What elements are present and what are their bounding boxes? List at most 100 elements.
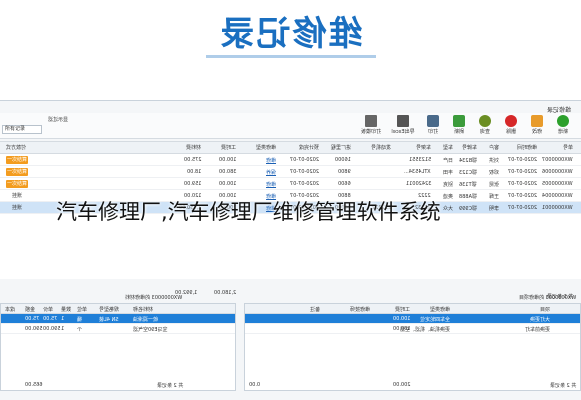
- item-col-name[interactable]: 项目: [540, 306, 550, 313]
- table-cell[interactable]: 维修: [266, 157, 276, 164]
- material-cell: SN 4L装: [99, 317, 119, 323]
- materials-total: 665.00: [25, 382, 43, 388]
- table-cell: 奥迪: [442, 194, 453, 200]
- print-template-button[interactable]: 打印模板: [357, 115, 385, 137]
- mat-col-qty[interactable]: 数量: [61, 306, 71, 313]
- table-cell[interactable]: 保养: [266, 169, 276, 176]
- items-footer: 共 2 条记录 200.00 0.00: [245, 380, 580, 390]
- table-cell: 2020-07-07: [507, 205, 537, 211]
- mat-col-unit[interactable]: 单位: [77, 306, 87, 313]
- col-mileage[interactable]: 进厂里程: [331, 144, 351, 151]
- mat-col-amount[interactable]: 金额: [25, 306, 35, 313]
- table-cell: 100.00: [218, 181, 237, 187]
- table-cell: 5123551: [408, 157, 431, 163]
- material-cell: 75.00: [43, 316, 58, 322]
- table-cell: 刘洪: [488, 158, 499, 164]
- table-row[interactable]: WX0000007 2020-07-07 刘洪 鄂B234 日产 5123551 16000…: [0, 154, 581, 166]
- items-extra: 0.00: [248, 382, 260, 388]
- delete-button[interactable]: 删除: [499, 115, 523, 137]
- table-cell[interactable]: 维修: [266, 181, 276, 188]
- payment-badge[interactable]: 挂账: [6, 192, 28, 200]
- material-cell: 桶: [77, 317, 83, 323]
- material-cell: 590.00: [43, 326, 61, 332]
- table-cell: WX0000006: [542, 169, 573, 175]
- mat-col-cost[interactable]: 成本: [5, 306, 15, 313]
- col-engine-no[interactable]: 发动机号: [371, 144, 391, 151]
- barcode-icon: [365, 115, 377, 127]
- table-row[interactable]: WX0000005 2020-07-07 张昆 鄂T136 别克 32420011 6600…: [0, 178, 581, 190]
- table-cell: 6600: [338, 181, 351, 187]
- table-cell: 丰田: [442, 170, 453, 176]
- table-cell: 邓权: [488, 170, 499, 176]
- export-excel-button[interactable]: 导出Excel: [389, 115, 417, 137]
- col-model[interactable]: 车型: [443, 144, 453, 151]
- item-cell: 大灯更换: [529, 317, 550, 323]
- material-cell: 宝马E90空气滤: [133, 327, 168, 333]
- col-plate[interactable]: 车牌号: [462, 144, 477, 151]
- search-button[interactable]: 查询: [473, 115, 497, 137]
- materials-footer: 共 2 条记录 665.00: [1, 380, 235, 390]
- col-eta[interactable]: 预计完成: [299, 144, 319, 151]
- table-cell: 鄂B234: [459, 158, 477, 164]
- add-icon: [557, 115, 569, 127]
- table-cell: 159.00: [183, 181, 202, 187]
- col-labor[interactable]: 工时费: [221, 144, 236, 151]
- table-cell: 2020-07-07: [289, 181, 319, 187]
- print-button[interactable]: 打印: [421, 115, 445, 137]
- table-cell: 18.00: [186, 169, 201, 175]
- table-cell: 275.00: [183, 157, 202, 163]
- table-cell: 380.00: [218, 169, 237, 175]
- table-cell: XTL4534...: [404, 169, 431, 175]
- payment-badge[interactable]: 挂账: [6, 204, 28, 212]
- table-cell: WX0000007: [542, 157, 573, 163]
- item-cell: 更换前车灯: [524, 327, 550, 333]
- col-material[interactable]: 材料费: [186, 144, 201, 151]
- mat-col-spec[interactable]: 规格型号: [99, 306, 119, 313]
- toolbar: 新增 修改 删除 查询 刷新 打印 导出Excel 打印模板 显示过滤: [0, 113, 581, 139]
- payment-badge[interactable]: 一次结算: [6, 168, 28, 176]
- table-cell: 100.00: [218, 157, 237, 163]
- table-row[interactable]: WX0000006 2020-07-07 邓权 鄂C123 丰田 XTL4534... 98…: [0, 166, 581, 178]
- col-customer[interactable]: 客户: [489, 144, 499, 151]
- table-cell: 鄂C999: [458, 206, 477, 212]
- filter-select[interactable]: 所有记录: [2, 125, 42, 134]
- filter-label: 显示过滤: [48, 117, 69, 123]
- print-template-button-label: 打印模板: [361, 129, 382, 135]
- banner-title: 维修记录: [218, 14, 363, 54]
- item-row[interactable]: 更换前车灯 更换机油、机滤、空滤 100.00: [245, 324, 580, 334]
- grid-totals: 2,180.00 1,992.00: [0, 288, 581, 298]
- table-cell: 王辉: [488, 194, 499, 200]
- items-total: 200.00: [392, 382, 411, 388]
- payment-badge[interactable]: 一次结算: [6, 156, 28, 164]
- mat-col-name[interactable]: 材料名称: [133, 306, 153, 313]
- item-row[interactable]: 大灯更换 全车四轮定位 100.00: [245, 314, 580, 324]
- print-button-label: 打印: [428, 129, 439, 135]
- table-cell: WX0000001: [542, 205, 573, 211]
- add-button[interactable]: 新增: [551, 115, 575, 137]
- items-title: WX0000003 的维修项目: [518, 295, 576, 301]
- col-vin[interactable]: 车架号: [416, 144, 431, 151]
- material-row[interactable]: 统一润滑油 SN 4L装桶 1 75.00 75.00: [1, 314, 235, 324]
- table-cell: 日产: [442, 158, 453, 164]
- table-cell: 李明: [488, 206, 499, 212]
- col-type[interactable]: 维修类型: [256, 144, 276, 151]
- material-cell: 590.00: [25, 326, 43, 332]
- item-col-type[interactable]: 维修类型: [430, 306, 450, 313]
- item-col-tech[interactable]: 维修技师: [350, 306, 370, 313]
- table-cell: 16000: [335, 157, 351, 163]
- add-button-label: 新增: [558, 129, 569, 135]
- mat-col-price[interactable]: 单价: [43, 306, 53, 313]
- payment-badge[interactable]: 一次结算: [6, 180, 28, 188]
- item-col-labor[interactable]: 工时费: [395, 306, 410, 313]
- refresh-button[interactable]: 刷新: [447, 115, 471, 137]
- item-cell: 全车四轮定位: [419, 317, 450, 323]
- material-row[interactable]: 宝马E90空气滤个 1 590.00 590.00: [1, 324, 235, 334]
- item-col-note[interactable]: 备注: [310, 306, 320, 313]
- col-order-no[interactable]: 单号: [563, 144, 573, 151]
- edit-button[interactable]: 修改: [525, 115, 549, 137]
- table-cell: WX0000004: [542, 193, 573, 199]
- material-cell: 个: [77, 327, 83, 333]
- col-payment[interactable]: 付款方式: [6, 144, 26, 151]
- table-cell: 张昆: [488, 182, 499, 188]
- col-time[interactable]: 维修时间: [517, 144, 537, 151]
